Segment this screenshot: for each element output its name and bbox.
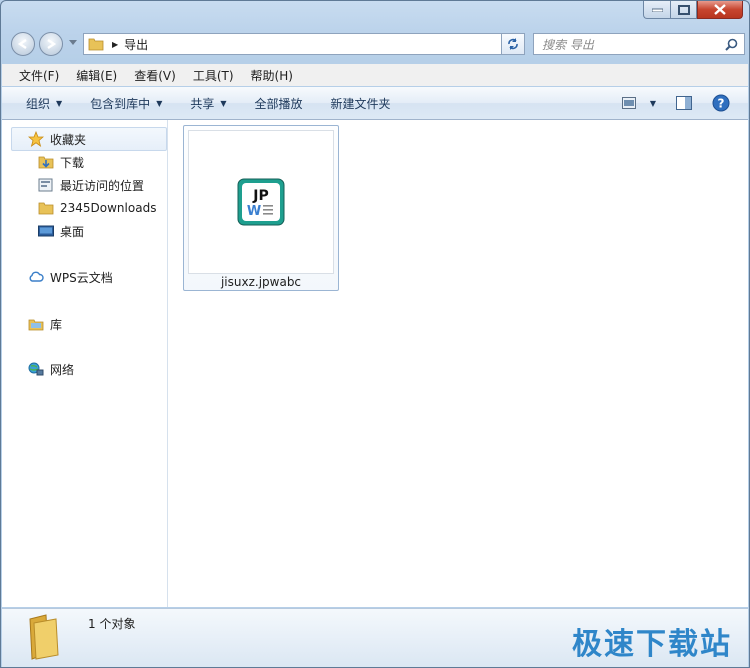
downloads-folder-icon — [38, 154, 54, 170]
chevron-down-icon: ▼ — [220, 98, 227, 108]
sidebar-item-favorites[interactable]: 收藏夹 — [28, 129, 86, 149]
forward-button[interactable] — [39, 32, 63, 56]
watermark: 极速下载站 — [572, 627, 732, 662]
jpw-file-icon: JP W — [237, 178, 285, 226]
sidebar-item-label: 收藏夹 — [50, 132, 87, 147]
maximize-icon — [677, 4, 690, 15]
change-view-button[interactable]: ▼ — [612, 87, 666, 119]
preview-pane-button[interactable] — [666, 87, 702, 119]
address-bar[interactable]: ▶ 导出 — [83, 33, 523, 55]
svg-text:W: W — [247, 204, 261, 219]
sidebar-item-wps-cloud[interactable]: WPS云文档 — [28, 267, 113, 287]
maximize-button[interactable] — [670, 1, 697, 19]
network-icon — [28, 361, 44, 377]
file-item[interactable]: JP W jisuxz.jpwabc — [183, 125, 339, 291]
close-button[interactable] — [697, 1, 743, 19]
share-button[interactable]: 共享 ▼ — [180, 87, 236, 119]
menu-edit[interactable]: 编辑(E) — [68, 67, 125, 84]
sidebar-item-libraries[interactable]: 库 — [28, 314, 62, 334]
folder-icon — [38, 200, 54, 216]
include-library-label: 包含到库中 — [90, 96, 151, 111]
explorer-window: ▶ 导出 搜索 导出 文件(F) 编辑(E) 查看(V) 工具(T) 帮助(H) — [0, 0, 750, 668]
sidebar-item-network[interactable]: 网络 — [28, 359, 74, 379]
sidebar-item-2345downloads[interactable]: 2345Downloads — [38, 198, 156, 218]
details-pane: 1 个对象 极速下载站 — [2, 608, 748, 667]
menu-help[interactable]: 帮助(H) — [243, 67, 301, 84]
navigation-pane: 收藏夹 下载 最近访问的位置 2345Downloads 桌面 WPS云文档 库… — [2, 120, 168, 607]
view-icon — [621, 97, 636, 109]
file-thumbnail: JP W — [188, 130, 334, 274]
sidebar-item-desktop[interactable]: 桌面 — [38, 221, 84, 241]
view-controls: ▼ ? — [612, 87, 748, 119]
svg-text:JP: JP — [252, 188, 268, 204]
sidebar-item-recent-places[interactable]: 最近访问的位置 — [38, 175, 144, 195]
menu-bar: 文件(F) 编辑(E) 查看(V) 工具(T) 帮助(H) — [2, 64, 748, 86]
folder-icon — [29, 614, 59, 660]
refresh-icon — [508, 38, 518, 50]
preview-pane-icon — [676, 96, 692, 110]
include-in-library-button[interactable]: 包含到库中 ▼ — [80, 87, 172, 119]
refresh-button[interactable] — [501, 33, 525, 55]
help-button[interactable]: ? — [702, 87, 748, 119]
share-label: 共享 — [190, 96, 215, 111]
search-box[interactable]: 搜索 导出 — [533, 33, 745, 55]
chevron-down-icon: ▼ — [156, 98, 163, 108]
sidebar-item-label: 下载 — [60, 155, 85, 170]
sidebar-item-label: 桌面 — [60, 224, 85, 239]
breadcrumb-chevron-icon[interactable]: ▶ — [112, 40, 118, 49]
search-placeholder[interactable]: 搜索 导出 — [542, 36, 725, 53]
star-icon — [28, 131, 44, 147]
search-icon[interactable] — [725, 38, 738, 51]
cloud-icon — [28, 269, 44, 285]
sidebar-item-label: 2345Downloads — [60, 201, 157, 215]
organize-button[interactable]: 组织 ▼ — [16, 87, 72, 119]
navigation-bar: ▶ 导出 搜索 导出 — [9, 31, 745, 57]
recent-places-icon — [38, 177, 54, 193]
recent-pages-dropdown-icon[interactable] — [69, 40, 77, 46]
minimize-icon — [651, 8, 663, 12]
new-folder-label: 新建文件夹 — [330, 96, 391, 111]
file-list: JP W jisuxz.jpwabc — [168, 120, 748, 607]
organize-label: 组织 — [26, 96, 51, 111]
breadcrumb-current[interactable]: 导出 — [124, 36, 148, 53]
new-folder-button[interactable]: 新建文件夹 — [321, 87, 401, 119]
menu-file[interactable]: 文件(F) — [11, 67, 67, 84]
svg-text:?: ? — [718, 97, 725, 111]
sidebar-item-label: 最近访问的位置 — [60, 178, 145, 193]
play-all-button[interactable]: 全部播放 — [245, 87, 313, 119]
library-icon — [28, 316, 44, 332]
folder-icon — [88, 38, 104, 51]
menu-tools[interactable]: 工具(T) — [185, 67, 242, 84]
caption-buttons — [643, 1, 743, 19]
sidebar-item-label: WPS云文档 — [50, 270, 113, 285]
item-count: 1 个对象 — [88, 617, 136, 631]
desktop-icon — [38, 223, 54, 239]
command-bar: 组织 ▼ 包含到库中 ▼ 共享 ▼ 全部播放 新建文件夹 ▼ ? — [2, 87, 748, 120]
minimize-button[interactable] — [643, 1, 670, 19]
arrow-right-icon — [47, 39, 57, 49]
menu-view[interactable]: 查看(V) — [126, 67, 184, 84]
close-icon — [714, 4, 726, 15]
sidebar-item-downloads[interactable]: 下载 — [38, 152, 84, 172]
help-icon: ? — [712, 94, 730, 112]
back-button[interactable] — [11, 32, 35, 56]
view-dropdown-icon[interactable]: ▼ — [650, 99, 656, 108]
sidebar-item-label: 库 — [50, 317, 63, 332]
arrow-left-icon — [17, 39, 27, 49]
sidebar-item-label: 网络 — [50, 362, 75, 377]
play-all-label: 全部播放 — [254, 96, 303, 111]
chevron-down-icon: ▼ — [56, 98, 63, 108]
file-name: jisuxz.jpwabc — [220, 275, 302, 289]
